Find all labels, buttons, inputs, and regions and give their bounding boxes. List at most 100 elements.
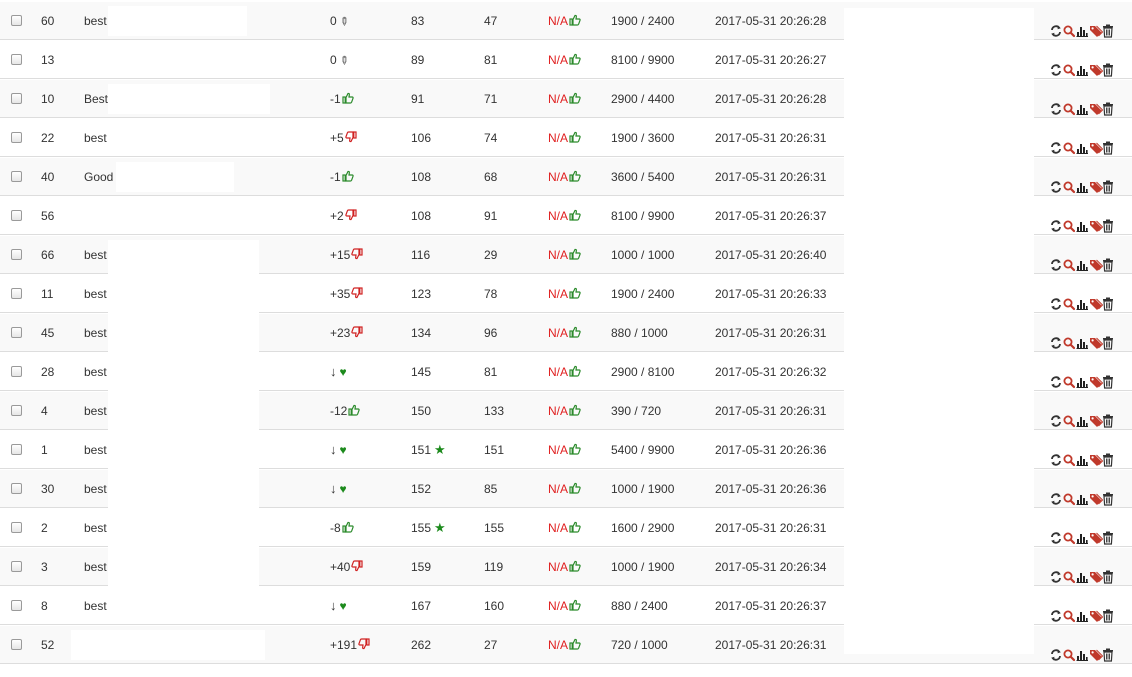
- refresh-icon[interactable]: [1050, 639, 1062, 661]
- tag-icon[interactable]: [1089, 444, 1104, 466]
- refresh-icon[interactable]: [1050, 522, 1062, 544]
- bar-chart-icon[interactable]: [1076, 171, 1088, 193]
- trash-icon[interactable]: [1102, 600, 1114, 623]
- row-checkbox[interactable]: [11, 561, 22, 572]
- trash-icon[interactable]: [1102, 249, 1114, 272]
- tag-icon[interactable]: [1089, 483, 1104, 505]
- refresh-icon[interactable]: [1050, 171, 1062, 193]
- search-icon[interactable]: [1063, 444, 1076, 466]
- tag-icon[interactable]: [1089, 249, 1104, 271]
- tag-icon[interactable]: [1089, 54, 1104, 76]
- bar-chart-icon[interactable]: [1076, 132, 1088, 154]
- bar-chart-icon[interactable]: [1076, 210, 1088, 232]
- trash-icon[interactable]: [1102, 639, 1114, 662]
- search-icon[interactable]: [1063, 210, 1076, 232]
- search-icon[interactable]: [1063, 54, 1076, 76]
- row-checkbox[interactable]: [11, 639, 22, 650]
- search-icon[interactable]: [1063, 132, 1076, 154]
- refresh-icon[interactable]: [1050, 54, 1062, 76]
- tag-icon[interactable]: [1089, 210, 1104, 232]
- tag-icon[interactable]: [1089, 327, 1104, 349]
- bar-chart-icon[interactable]: [1076, 366, 1088, 388]
- search-icon[interactable]: [1063, 93, 1076, 115]
- tag-icon[interactable]: [1089, 288, 1104, 310]
- trash-icon[interactable]: [1102, 561, 1114, 584]
- tag-icon[interactable]: [1089, 561, 1104, 583]
- search-icon[interactable]: [1063, 522, 1076, 544]
- refresh-icon[interactable]: [1050, 600, 1062, 622]
- bar-chart-icon[interactable]: [1076, 54, 1088, 76]
- trash-icon[interactable]: [1102, 405, 1114, 428]
- refresh-icon[interactable]: [1050, 561, 1062, 583]
- trash-icon[interactable]: [1102, 522, 1114, 545]
- row-checkbox[interactable]: [11, 210, 22, 221]
- search-icon[interactable]: [1063, 366, 1076, 388]
- row-checkbox[interactable]: [11, 444, 22, 455]
- bar-chart-icon[interactable]: [1076, 483, 1088, 505]
- trash-icon[interactable]: [1102, 132, 1114, 155]
- search-icon[interactable]: [1063, 483, 1076, 505]
- bar-chart-icon[interactable]: [1076, 639, 1088, 661]
- search-icon[interactable]: [1063, 405, 1076, 427]
- bar-chart-icon[interactable]: [1076, 405, 1088, 427]
- tag-icon[interactable]: [1089, 132, 1104, 154]
- trash-icon[interactable]: [1102, 288, 1114, 311]
- refresh-icon[interactable]: [1050, 93, 1062, 115]
- refresh-icon[interactable]: [1050, 444, 1062, 466]
- refresh-icon[interactable]: [1050, 249, 1062, 271]
- bar-chart-icon[interactable]: [1076, 600, 1088, 622]
- row-checkbox[interactable]: [11, 366, 22, 377]
- search-icon[interactable]: [1063, 171, 1076, 193]
- tag-icon[interactable]: [1089, 600, 1104, 622]
- tag-icon[interactable]: [1089, 522, 1104, 544]
- row-checkbox[interactable]: [11, 249, 22, 260]
- row-checkbox[interactable]: [11, 327, 22, 338]
- search-icon[interactable]: [1063, 600, 1076, 622]
- row-checkbox[interactable]: [11, 54, 22, 65]
- search-icon[interactable]: [1063, 15, 1076, 37]
- row-checkbox[interactable]: [11, 600, 22, 611]
- refresh-icon[interactable]: [1050, 483, 1062, 505]
- bar-chart-icon[interactable]: [1076, 561, 1088, 583]
- trash-icon[interactable]: [1102, 171, 1114, 194]
- tag-icon[interactable]: [1089, 93, 1104, 115]
- search-icon[interactable]: [1063, 561, 1076, 583]
- row-checkbox[interactable]: [11, 132, 22, 143]
- bar-chart-icon[interactable]: [1076, 522, 1088, 544]
- refresh-icon[interactable]: [1050, 132, 1062, 154]
- tag-icon[interactable]: [1089, 366, 1104, 388]
- bar-chart-icon[interactable]: [1076, 327, 1088, 349]
- trash-icon[interactable]: [1102, 93, 1114, 116]
- bar-chart-icon[interactable]: [1076, 93, 1088, 115]
- tag-icon[interactable]: [1089, 405, 1104, 427]
- refresh-icon[interactable]: [1050, 210, 1062, 232]
- tag-icon[interactable]: [1089, 171, 1104, 193]
- refresh-icon[interactable]: [1050, 288, 1062, 310]
- tag-icon[interactable]: [1089, 639, 1104, 661]
- row-checkbox[interactable]: [11, 15, 22, 26]
- trash-icon[interactable]: [1102, 444, 1114, 467]
- search-icon[interactable]: [1063, 639, 1076, 661]
- refresh-icon[interactable]: [1050, 366, 1062, 388]
- trash-icon[interactable]: [1102, 483, 1114, 506]
- bar-chart-icon[interactable]: [1076, 288, 1088, 310]
- bar-chart-icon[interactable]: [1076, 444, 1088, 466]
- refresh-icon[interactable]: [1050, 327, 1062, 349]
- trash-icon[interactable]: [1102, 15, 1114, 38]
- row-checkbox[interactable]: [11, 522, 22, 533]
- search-icon[interactable]: [1063, 288, 1076, 310]
- trash-icon[interactable]: [1102, 54, 1114, 77]
- row-checkbox[interactable]: [11, 483, 22, 494]
- search-icon[interactable]: [1063, 327, 1076, 349]
- trash-icon[interactable]: [1102, 327, 1114, 350]
- refresh-icon[interactable]: [1050, 15, 1062, 37]
- search-icon[interactable]: [1063, 249, 1076, 271]
- row-checkbox[interactable]: [11, 405, 22, 416]
- tag-icon[interactable]: [1089, 15, 1104, 37]
- bar-chart-icon[interactable]: [1076, 15, 1088, 37]
- row-checkbox[interactable]: [11, 171, 22, 182]
- bar-chart-icon[interactable]: [1076, 249, 1088, 271]
- refresh-icon[interactable]: [1050, 405, 1062, 427]
- trash-icon[interactable]: [1102, 366, 1114, 389]
- trash-icon[interactable]: [1102, 210, 1114, 233]
